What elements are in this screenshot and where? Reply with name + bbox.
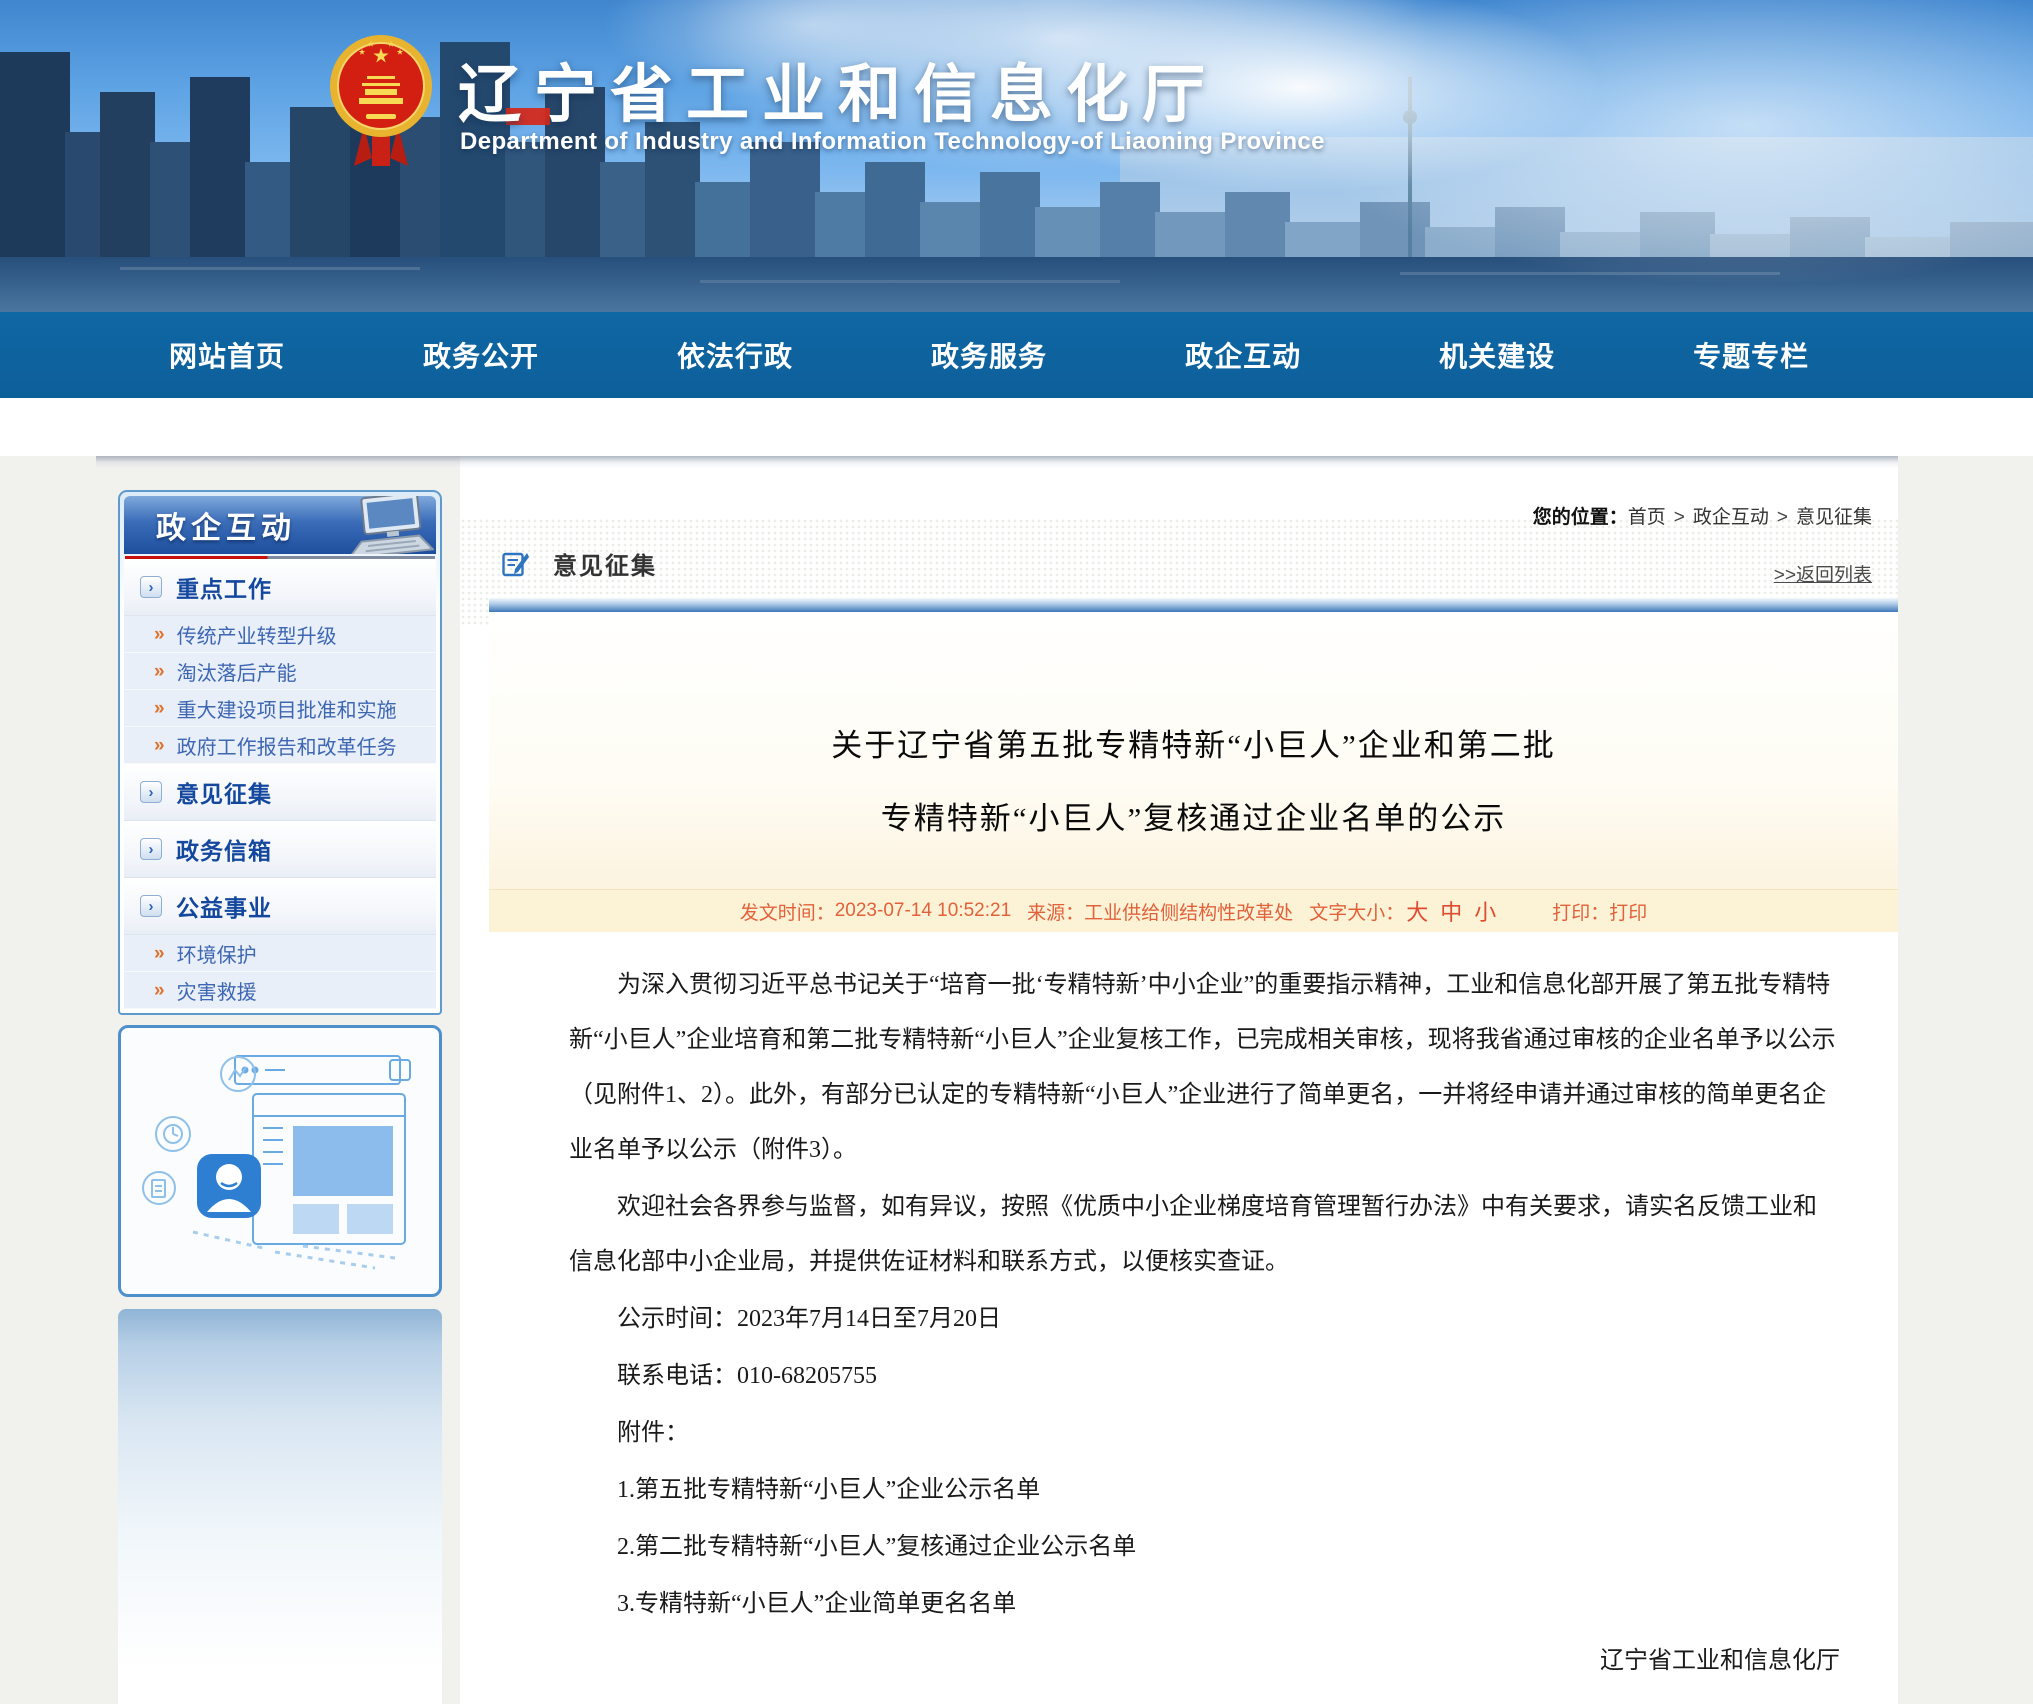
sidebar-menu-item[interactable]: › » 重点工作 (124, 559, 436, 616)
sidebar-menu-item[interactable]: › » 传统产业转型升级 (124, 616, 436, 653)
article-date: 2023年7月14日 (569, 1691, 1840, 1704)
article-paragraph[interactable]: 1.第五批专精特新“小巨人”企业公示名单 (569, 1463, 1840, 1518)
article-title-line2: 专精特新“小巨人”复核通过企业名单的公示 (489, 765, 1898, 838)
sidebar-menu-label: 环境保护 (177, 939, 257, 968)
section-arrow-icon: › (140, 895, 162, 917)
sidebar-menu-label: 灾害救援 (177, 976, 257, 1005)
sidebar-menu: › » 重点工作 › » 传统产业转型升级 › » (124, 559, 436, 1009)
publish-time-value: 2023-07-14 10:52:21 (835, 900, 1011, 922)
publish-time-label: 发文时间： (740, 898, 835, 925)
nav-item[interactable]: 机关建设 (1439, 335, 1555, 375)
sidebar-header: 政企互动 (124, 496, 436, 554)
section-arrow-icon: › (140, 781, 162, 803)
sub-arrow-icon: » (154, 944, 165, 963)
breadcrumb-item[interactable]: 政企互动 (1693, 502, 1769, 529)
sidebar-menu-item[interactable]: › » 淘汰落后产能 (124, 653, 436, 690)
sidebar-menu-label: 政务信箱 (176, 832, 272, 866)
article-paragraph[interactable]: 2.第二批专精特新“小巨人”复核通过企业公示名单 (569, 1520, 1840, 1575)
edit-pencil-icon (502, 550, 529, 577)
sidebar-menu-item[interactable]: › » 公益事业 (124, 878, 436, 935)
font-size-options: 大中小 (1406, 895, 1496, 927)
main-nav: 网站首页 政务公开 依法行政 政务服务 政企互动 机关建设 专题专栏 (0, 312, 2033, 398)
article-body: 为深入贯彻习近平总书记关于“培育一批‘专精特新’中小企业”的重要指示精神，工业和… (489, 932, 1898, 1704)
breadcrumb: 您的位置：首页 > 政企互动 > 意见征集 (1533, 502, 1872, 529)
site-banner: 辽宁省工业和信息化厅 Department of Industry and In… (0, 0, 2033, 312)
sub-arrow-icon: » (154, 625, 165, 644)
source-value: 工业供给侧结构性改革处 (1084, 898, 1293, 925)
article-paragraph: 为深入贯彻习近平总书记关于“培育一批‘专精特新’中小企业”的重要指示精神，工业和… (569, 958, 1840, 1178)
section-arrow-icon: › (140, 838, 162, 860)
breadcrumb-item: > (1674, 507, 1685, 529)
sidebar-menu-label: 淘汰落后产能 (177, 657, 297, 686)
breadcrumb-item: > (1777, 507, 1788, 529)
article-header: 关于辽宁省第五批专精特新“小巨人”企业和第二批 专精特新“小巨人”复核通过企业名… (489, 612, 1898, 932)
content-top-shadow (96, 456, 1898, 468)
sidebar-menu-label: 政府工作报告和改革任务 (177, 731, 397, 760)
breadcrumb-item[interactable]: 意见征集 (1796, 502, 1872, 529)
article-paragraph: 附件： (569, 1406, 1840, 1461)
sidebar-menu-item[interactable]: › » 政府工作报告和改革任务 (124, 727, 436, 764)
national-emblem-icon (326, 26, 436, 176)
section-header: 意见征集 (502, 546, 657, 581)
header-gap (0, 398, 2033, 456)
print-link[interactable]: 打印 (1609, 898, 1647, 925)
sub-arrow-icon: » (154, 662, 165, 681)
back-to-list-link[interactable]: >>返回列表 (1774, 560, 1872, 587)
sidebar: 政企互动 (118, 490, 442, 1704)
article-signature: 辽宁省工业和信息化厅 (569, 1634, 1840, 1689)
section-arrow-icon: › (140, 576, 162, 598)
article-title-line1: 关于辽宁省第五批专精特新“小巨人”企业和第二批 (489, 612, 1898, 765)
article-paragraph: 欢迎社会各界参与监督，如有异议，按照《优质中小企业梯度培育管理暂行办法》中有关要… (569, 1180, 1840, 1290)
sidebar-menu-item[interactable]: › » 环境保护 (124, 935, 436, 972)
source-label: 来源： (1027, 898, 1084, 925)
font-size-option[interactable]: 小 (1474, 895, 1496, 927)
nav-item[interactable]: 依法行政 (677, 335, 793, 375)
sub-arrow-icon: » (154, 736, 165, 755)
font-size-label: 文字大小： (1309, 898, 1404, 925)
sidebar-header-title: 政企互动 (156, 503, 296, 547)
section-title: 意见征集 (553, 546, 657, 581)
sidebar-menu-item[interactable]: › » 重大建设项目批准和实施 (124, 690, 436, 727)
sidebar-box: 政企互动 (118, 490, 442, 1015)
sub-arrow-icon: » (154, 981, 165, 1000)
sidebar-menu-item[interactable]: › » 灾害救援 (124, 972, 436, 1009)
sidebar-menu-label: 公益事业 (176, 889, 272, 923)
page: 辽宁省工业和信息化厅 Department of Industry and In… (0, 0, 2033, 1704)
sidebar-menu-label: 传统产业转型升级 (177, 620, 337, 649)
article-paragraph[interactable]: 3.专精特新“小巨人”企业简单更名名单 (569, 1577, 1840, 1632)
breadcrumb-item: 您的位置： (1533, 502, 1628, 529)
sidebar-gradient-filler (118, 1309, 442, 1704)
sidebar-menu-label: 重点工作 (176, 570, 272, 604)
article-meta: 发文时间： 2023-07-14 10:52:21 来源： 工业供给侧结构性改革… (489, 889, 1898, 932)
sidebar-menu-item[interactable]: › » 意见征集 (124, 764, 436, 821)
main-panel: 您的位置：首页 > 政企互动 > 意见征集 意见征集 >>返回列表 关于辽宁省第五批专精… (460, 456, 1898, 1704)
nav-item[interactable]: 政务公开 (423, 335, 539, 375)
breadcrumb-item[interactable]: 首页 (1628, 502, 1666, 529)
site-title: 辽宁省工业和信息化厅 (458, 44, 1218, 135)
sub-arrow-icon: » (154, 699, 165, 718)
sidebar-illustration (118, 1025, 442, 1297)
site-subtitle: Department of Industry and Information T… (460, 128, 1325, 156)
nav-item[interactable]: 政企互动 (1185, 335, 1301, 375)
sidebar-menu-label: 重大建设项目批准和实施 (177, 694, 397, 723)
font-size-option[interactable]: 大 (1406, 895, 1428, 927)
nav-item[interactable]: 网站首页 (169, 335, 285, 375)
nav-item[interactable]: 专题专栏 (1693, 335, 1809, 375)
sidebar-menu-label: 意见征集 (176, 775, 272, 809)
computer-icon (338, 496, 434, 554)
sidebar-menu-item[interactable]: › » 政务信箱 (124, 821, 436, 878)
article-paragraph: 公示时间：2023年7月14日至7月20日 (569, 1292, 1840, 1347)
nav-item[interactable]: 政务服务 (931, 335, 1047, 375)
font-size-option[interactable]: 中 (1440, 895, 1462, 927)
section-divider-bar (489, 598, 1898, 612)
article-paragraph: 联系电话：010-68205755 (569, 1349, 1840, 1404)
print-label: 打印： (1552, 898, 1609, 925)
interaction-illustration-image (135, 1036, 425, 1286)
content-area: 您的位置：首页 > 政企互动 > 意见征集 意见征集 >>返回列表 关于辽宁省第五批专精… (0, 456, 2033, 1704)
